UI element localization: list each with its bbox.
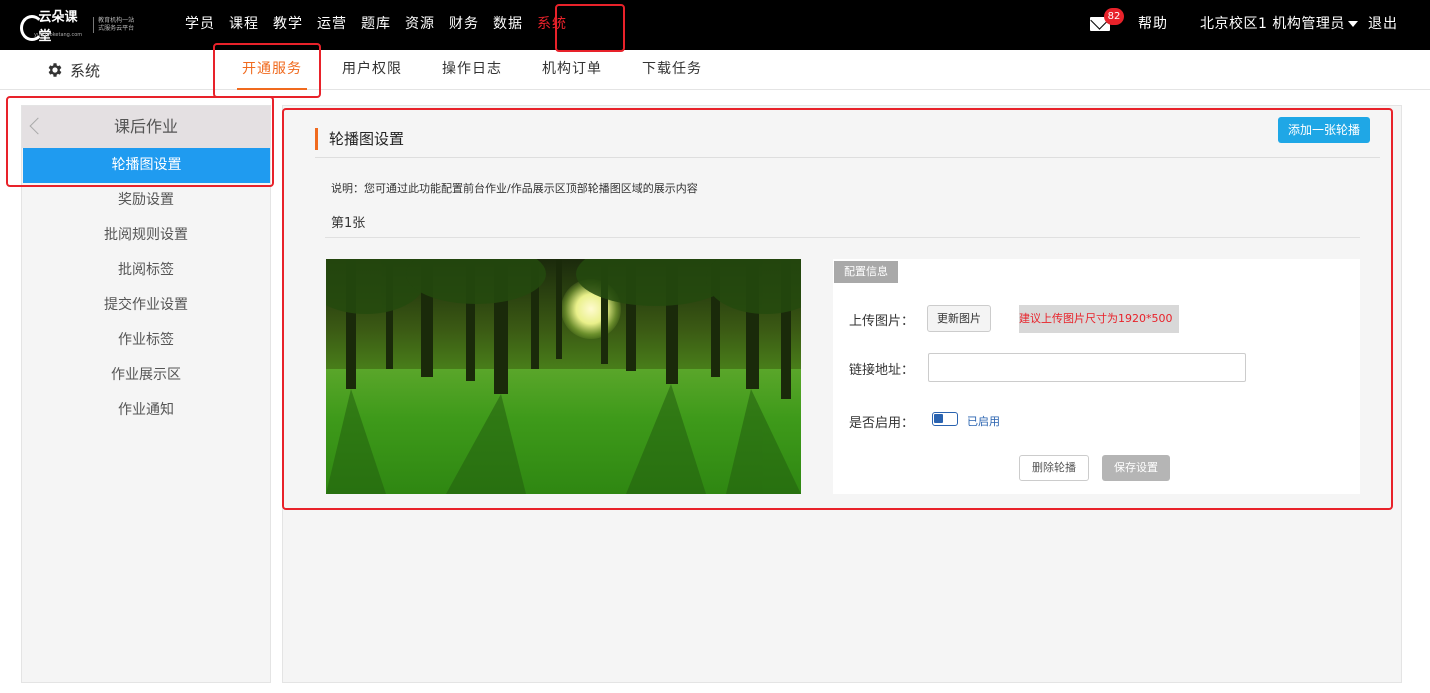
divider <box>325 237 1360 238</box>
sub-tabs: 开通服务 用户权限 操作日志 机构订单 下载任务 <box>222 50 722 90</box>
tab-operation-log[interactable]: 操作日志 <box>422 50 522 90</box>
nav-item-question-bank[interactable]: 题库 <box>354 0 398 50</box>
gear-icon <box>48 63 62 77</box>
enable-toggle[interactable] <box>932 412 958 426</box>
nav-item-teaching[interactable]: 教学 <box>266 0 310 50</box>
logo-text: 云朵课堂 <box>38 10 78 44</box>
sidebar-item-carousel-settings[interactable]: 轮播图设置 <box>23 148 270 183</box>
logo-url: yunduoketang.com <box>34 32 83 38</box>
tab-user-permissions[interactable]: 用户权限 <box>322 50 422 90</box>
config-tag: 配置信息 <box>834 261 898 283</box>
section-title: 系统 <box>46 50 100 90</box>
tab-download-tasks[interactable]: 下载任务 <box>622 50 722 90</box>
sidebar-item-review-rules[interactable]: 批阅规则设置 <box>22 218 270 253</box>
content-panel: 轮播图设置 添加一张轮播 说明：您可通过此功能配置前台作业/作品展示区顶部轮播图… <box>282 105 1402 683</box>
sub-nav: 系统 开通服务 用户权限 操作日志 机构订单 下载任务 <box>0 50 1430 90</box>
enable-label: 是否启用： <box>849 416 915 431</box>
sidebar-item-submit-settings[interactable]: 提交作业设置 <box>22 288 270 323</box>
sidebar-item-notifications[interactable]: 作业通知 <box>22 393 270 428</box>
upload-label: 上传图片： <box>849 314 915 329</box>
help-link[interactable]: 帮助 <box>1138 0 1168 48</box>
description-text: 说明：您可通过此功能配置前台作业/作品展示区顶部轮播图区域的展示内容 <box>331 182 698 195</box>
update-image-button[interactable]: 更新图片 <box>927 305 991 332</box>
caret-down-icon <box>1347 21 1358 27</box>
nav-item-data[interactable]: 数据 <box>486 0 530 50</box>
user-menu[interactable]: 北京校区1 机构管理员 <box>1200 0 1361 48</box>
nav-item-finance[interactable]: 财务 <box>442 0 486 50</box>
nav-item-resources[interactable]: 资源 <box>398 0 442 50</box>
nav-item-system[interactable]: 系统 <box>530 0 574 50</box>
add-carousel-button[interactable]: 添加一张轮播 <box>1278 117 1370 143</box>
enabled-status: 已启用 <box>967 415 1000 428</box>
link-url-input[interactable] <box>928 353 1246 382</box>
sidebar-title: 课后作业 <box>113 117 178 136</box>
nav-item-operations[interactable]: 运营 <box>310 0 354 50</box>
upload-size-hint: 建议上传图片尺寸为1920*500 <box>1019 305 1179 333</box>
sidebar-item-showcase[interactable]: 作业展示区 <box>22 358 270 393</box>
top-bar: 云朵课堂 教育机构一站式服务云平台 yunduoketang.com 学员 课程… <box>0 0 1430 50</box>
sidebar-item-review-tags[interactable]: 批阅标签 <box>22 253 270 288</box>
chevron-left-icon[interactable] <box>29 117 47 135</box>
slide-number: 第1张 <box>331 216 366 231</box>
logo-tagline: 教育机构一站式服务云平台 <box>93 17 136 33</box>
sidebar-item-reward-settings[interactable]: 奖励设置 <box>22 183 270 218</box>
config-panel: 配置信息 上传图片： 更新图片 建议上传图片尺寸为1920*500 链接地址： … <box>833 259 1360 494</box>
section-title-text: 系统 <box>70 61 101 80</box>
sidebar-header: 课后作业 <box>22 106 270 148</box>
sidebar: 课后作业 轮播图设置 奖励设置 批阅规则设置 批阅标签 提交作业设置 作业标签 … <box>21 105 271 683</box>
logo[interactable]: 云朵课堂 教育机构一站式服务云平台 yunduoketang.com <box>20 10 136 44</box>
mail-badge: 82 <box>1104 8 1124 25</box>
sidebar-item-homework-tags[interactable]: 作业标签 <box>22 323 270 358</box>
nav-item-students[interactable]: 学员 <box>178 0 222 50</box>
save-settings-button[interactable]: 保存设置 <box>1102 455 1170 481</box>
tab-org-orders[interactable]: 机构订单 <box>522 50 622 90</box>
nav-item-courses[interactable]: 课程 <box>222 0 266 50</box>
user-name: 北京校区1 机构管理员 <box>1200 16 1345 32</box>
divider <box>315 157 1380 158</box>
tab-open-service[interactable]: 开通服务 <box>222 50 322 90</box>
main-nav: 学员 课程 教学 运营 题库 资源 财务 数据 系统 <box>178 0 574 50</box>
carousel-image-preview <box>326 259 801 494</box>
logout-link[interactable]: 退出 <box>1368 0 1398 48</box>
panel-title: 轮播图设置 <box>315 128 404 150</box>
link-label: 链接地址： <box>849 363 915 378</box>
banner-trees <box>326 259 801 494</box>
delete-carousel-button[interactable]: 删除轮播 <box>1019 455 1089 481</box>
